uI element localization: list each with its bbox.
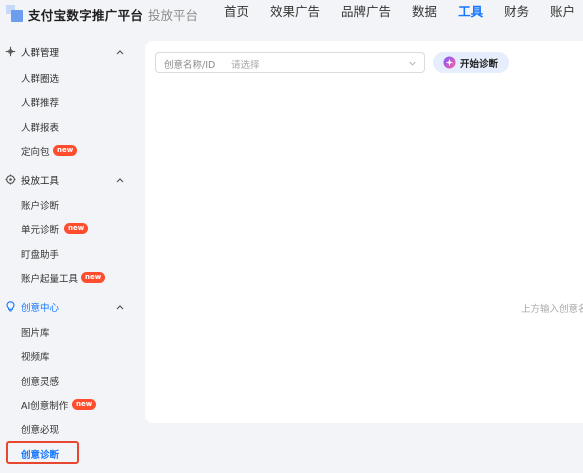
nav-home[interactable]: 首页 xyxy=(224,0,249,28)
tools-icon xyxy=(5,174,16,185)
nav-finance[interactable]: 财务 xyxy=(504,0,529,28)
sidebar-item-label: 盯盘助手 xyxy=(21,250,60,261)
sidebar-item-label: 账户诊断 xyxy=(21,201,60,212)
sidebar-group-label: 投放工具 xyxy=(21,176,60,187)
start-diagnosis-button[interactable]: 开始诊断 xyxy=(433,52,509,73)
sidebar-item-label: 视频库 xyxy=(21,352,50,363)
sidebar-item-unit-diagnosis[interactable]: 单元诊断 new xyxy=(0,218,136,238)
brand-logo-icon[interactable] xyxy=(6,5,23,22)
chevron-down-icon xyxy=(409,61,416,66)
nav-performance-ads[interactable]: 效果广告 xyxy=(270,0,320,28)
main-panel: 创意名称/ID 请选择 开始诊断 上方输入创意名 xyxy=(145,41,583,423)
ai-spark-icon xyxy=(443,56,456,69)
sidebar-item-creative-inspiration[interactable]: 创意灵感 xyxy=(0,370,136,390)
sidebar-group-label: 人群管理 xyxy=(21,48,60,59)
empty-state-hint: 上方输入创意名 xyxy=(521,304,583,315)
creative-select[interactable]: 创意名称/ID 请选择 xyxy=(155,52,425,73)
chevron-up-icon[interactable] xyxy=(115,175,125,185)
sidebar-item-audience-select[interactable]: 人群圈选 xyxy=(0,67,136,87)
sidebar-item-label: 定向包 xyxy=(21,147,50,158)
sidebar-group-creative-center[interactable]: 创意中心 xyxy=(0,296,136,318)
sidebar-item-label: 单元诊断 xyxy=(21,225,60,236)
sidebar-item-audience-report[interactable]: 人群报表 xyxy=(0,116,136,136)
sidebar-item-label: 创意灵感 xyxy=(21,377,60,388)
bulb-icon xyxy=(5,301,16,312)
sidebar-item-label: 人群圈选 xyxy=(21,74,60,85)
sidebar-item-image-library[interactable]: 图片库 xyxy=(0,321,136,341)
audience-icon xyxy=(5,46,16,57)
nav-tools[interactable]: 工具 xyxy=(458,0,483,28)
selection-highlight xyxy=(6,441,79,464)
nav-data[interactable]: 数据 xyxy=(412,0,437,28)
sidebar-item-ai-creative[interactable]: AI创意制作 new xyxy=(0,394,136,414)
brand-subtitle: 投放平台 xyxy=(148,8,199,23)
sidebar-item-video-library[interactable]: 视频库 xyxy=(0,345,136,365)
sidebar-item-creative-must-see[interactable]: 创意必现 xyxy=(0,418,136,438)
sidebar-group-audience[interactable]: 人群管理 xyxy=(0,41,136,63)
creative-select-placeholder: 请选择 xyxy=(231,60,260,71)
sidebar-item-account-diagnosis[interactable]: 账户诊断 xyxy=(0,194,136,214)
chevron-up-icon[interactable] xyxy=(115,302,125,312)
sidebar-item-audience-recommend[interactable]: 人群推荐 xyxy=(0,91,136,111)
sidebar-item-label: 创意必现 xyxy=(21,425,60,436)
new-badge: new xyxy=(64,223,89,234)
nav-brand-ads[interactable]: 品牌广告 xyxy=(341,0,391,28)
sidebar-item-label: 人群报表 xyxy=(21,123,60,134)
sidebar-item-monitor-assistant[interactable]: 盯盘助手 xyxy=(0,243,136,263)
sidebar-group-label: 创意中心 xyxy=(21,303,60,314)
sidebar-item-volume-boost-tool[interactable]: 账户起量工具 new xyxy=(0,267,136,287)
sidebar-item-label: 图片库 xyxy=(21,328,50,339)
sidebar-group-tools[interactable]: 投放工具 xyxy=(0,169,136,191)
top-navigation-bar: 支付宝数字推广平台 投放平台 首页 效果广告 品牌广告 数据 工具 财务 账户 xyxy=(0,0,583,28)
sidebar: 人群管理 人群圈选 人群推荐 人群报表 定向包 new 投放工具 账户诊断 单元… xyxy=(0,40,140,473)
new-badge: new xyxy=(72,399,97,410)
sidebar-item-label: 人群推荐 xyxy=(21,98,60,109)
chevron-up-icon[interactable] xyxy=(115,47,125,57)
main-nav: 首页 效果广告 品牌广告 数据 工具 财务 账户 xyxy=(224,0,583,28)
nav-account[interactable]: 账户 xyxy=(550,0,575,28)
creative-select-label: 创意名称/ID xyxy=(164,60,216,71)
new-badge: new xyxy=(53,145,78,156)
sidebar-item-targeting-package[interactable]: 定向包 new xyxy=(0,140,136,160)
sidebar-item-label: 账户起量工具 xyxy=(21,274,79,285)
new-badge: new xyxy=(81,272,106,283)
start-diagnosis-label: 开始诊断 xyxy=(460,59,499,70)
sidebar-item-label: AI创意制作 xyxy=(21,401,69,412)
brand-title[interactable]: 支付宝数字推广平台 xyxy=(28,5,143,24)
